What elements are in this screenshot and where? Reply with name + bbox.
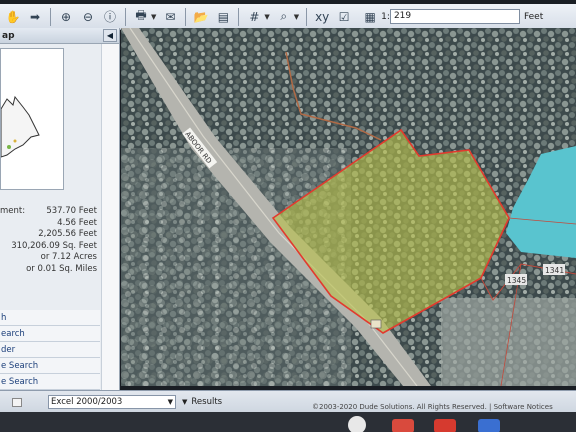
panel-title: ap ◀	[0, 28, 119, 44]
mail-icon[interactable]	[392, 419, 414, 432]
measure-row: or 7.12 Acres	[0, 252, 100, 264]
os-taskbar	[0, 412, 576, 432]
bottom-bar: Excel 2000/2003 ▼ ▼ Results ©2003-2020 Du…	[0, 390, 576, 412]
forward-icon[interactable]: ➡	[26, 8, 44, 26]
measure-row: 4.56 Feet	[0, 218, 100, 230]
copyright-notice: ©2003-2020 Dude Solutions. All Rights Re…	[312, 403, 553, 411]
tool-item[interactable]: der	[0, 342, 100, 358]
zoom-select-icon[interactable]: ⌕	[275, 8, 293, 26]
measure-row: 2,205.56 Feet	[0, 229, 100, 241]
measure-row: or 0.01 Sq. Miles	[0, 264, 100, 276]
measure-value: or 7.12 Acres	[40, 252, 97, 262]
tool-item[interactable]: e Search	[0, 358, 100, 374]
chevron-down-icon[interactable]: ▼	[264, 13, 269, 21]
parcel-label: 1345	[505, 274, 527, 285]
chevron-down-icon: ▼	[167, 398, 173, 406]
tool-list: h earch der e Search e Search	[0, 310, 100, 390]
video-icon[interactable]	[434, 419, 456, 432]
tool-item[interactable]: e Search	[0, 374, 100, 390]
export-format-select[interactable]: Excel 2000/2003 ▼	[48, 395, 176, 409]
zoom-in-icon[interactable]: ⊕	[57, 8, 75, 26]
scale-input[interactable]: 219	[389, 9, 520, 24]
zoom-out-icon[interactable]: ⊖	[79, 8, 97, 26]
toolbar-divider	[50, 7, 51, 26]
collapse-panel-button[interactable]: ◀	[103, 29, 117, 42]
panel-title-text: ap	[2, 31, 15, 41]
folder-icon[interactable]: 📂	[192, 8, 210, 26]
layers-icon[interactable]: ▤	[214, 8, 232, 26]
measure-value: 310,206.09 Sq. Feet	[11, 240, 97, 251]
measure-value: 2,205.56 Feet	[38, 229, 97, 239]
checkbox-icon[interactable]: ☑	[335, 8, 353, 26]
parcel-label: 1341	[543, 264, 565, 275]
grid-toggle-checkbox[interactable]	[12, 398, 22, 407]
toolbar-divider	[306, 7, 308, 26]
measure-value: or 0.01 Sq. Miles	[26, 263, 97, 274]
overview-map[interactable]	[0, 48, 64, 190]
grid-icon[interactable]: #	[245, 8, 263, 26]
measure-value: 537.70 Feet	[46, 206, 97, 216]
browser-icon[interactable]	[348, 416, 366, 432]
parcel-label-text: 1345	[507, 276, 526, 285]
email-icon[interactable]: ✉	[161, 8, 179, 26]
print-icon[interactable]: 🖶	[132, 8, 150, 26]
left-panel: ap ◀ ment: 537.70 Feet 4.56 Feet 2,205.5…	[0, 28, 120, 394]
measure-row: 310,206.09 Sq. Feet	[0, 241, 100, 253]
results-toggle[interactable]: ▼ Results	[182, 395, 222, 409]
info-icon[interactable]: ⓘ	[101, 8, 119, 26]
scale-prefix: 1:	[381, 11, 390, 22]
tool-item[interactable]: earch	[0, 326, 100, 342]
files-icon[interactable]	[478, 419, 500, 432]
xy-icon[interactable]: xy	[313, 8, 331, 26]
map-view[interactable]: ABOOR RD 1345 1341	[121, 28, 576, 386]
toolbar-divider	[238, 7, 240, 26]
location-marker	[7, 145, 11, 149]
pan-icon[interactable]: ✋	[4, 8, 22, 26]
measurement-results: ment: 537.70 Feet 4.56 Feet 2,205.56 Fee…	[0, 206, 100, 275]
measure-label: ment:	[0, 206, 26, 216]
location-marker-icon	[370, 319, 382, 329]
measure-row: ment: 537.70 Feet	[0, 206, 100, 218]
measure-value: 4.56 Feet	[57, 217, 97, 228]
chevron-down-icon[interactable]: ▼	[151, 13, 156, 21]
scale-control: ▦ 1: 219 Feet	[359, 8, 543, 26]
caret-down-icon: ▼	[182, 398, 188, 406]
location-marker	[13, 139, 17, 143]
parcel-label-text: 1341	[545, 266, 564, 275]
tool-item[interactable]: h	[0, 310, 100, 326]
chevron-down-icon[interactable]: ▼	[294, 13, 299, 21]
export-format-value: Excel 2000/2003	[51, 397, 123, 407]
county-outline	[0, 95, 40, 158]
map-toolbar: ✋ ➡ ⊕ ⊖ ⓘ 🖶 ▼ ✉ 📂 ▤ # ▼ ⌕ ▼ xy ☑ ▦ 1: 21…	[0, 4, 576, 30]
measure-icon[interactable]: ▦	[361, 8, 379, 26]
panel-scrollbar[interactable]	[101, 44, 119, 394]
scale-unit: Feet	[523, 11, 544, 22]
toolbar-divider	[125, 7, 126, 26]
toolbar-divider	[185, 7, 187, 26]
results-label: Results	[191, 397, 223, 407]
